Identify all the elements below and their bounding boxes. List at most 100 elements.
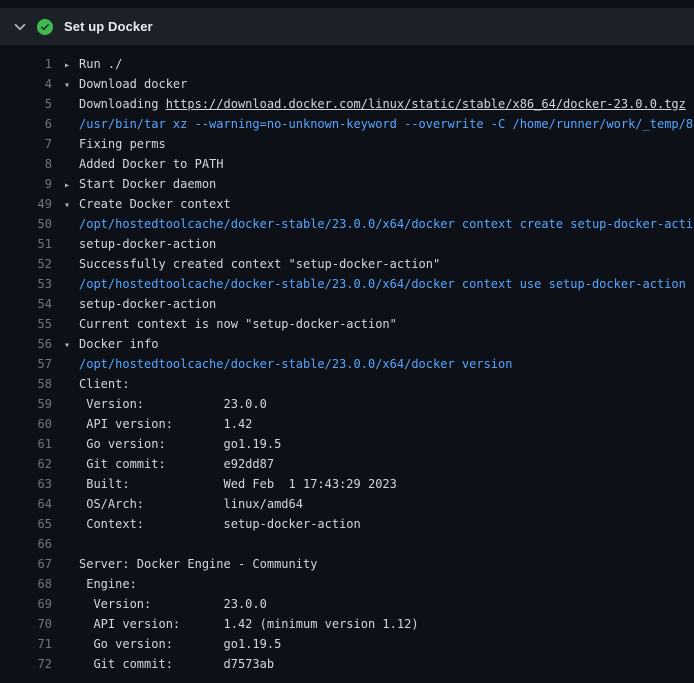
line-content: Version: 23.0.0 bbox=[52, 394, 267, 414]
arrow-spacer bbox=[64, 536, 79, 554]
line-number[interactable]: 64 bbox=[0, 494, 52, 514]
log-lines: 1▸Run ./4▾Download docker5 Downloading h… bbox=[0, 54, 694, 674]
arrow-spacer bbox=[64, 416, 79, 434]
arrow-spacer bbox=[64, 556, 79, 574]
log-line[interactable]: 4▾Download docker bbox=[0, 74, 694, 94]
log-line: 51 setup-docker-action bbox=[0, 234, 694, 254]
line-content: Git commit: d7573ab bbox=[52, 654, 274, 674]
line-number[interactable]: 65 bbox=[0, 514, 52, 534]
arrow-spacer bbox=[64, 136, 79, 154]
log-line: 52 Successfully created context "setup-d… bbox=[0, 254, 694, 274]
expand-arrow-icon[interactable]: ▸ bbox=[64, 176, 79, 194]
line-content: ▸Run ./ bbox=[52, 54, 122, 74]
line-number[interactable]: 70 bbox=[0, 614, 52, 634]
log-line: 67 Server: Docker Engine - Community bbox=[0, 554, 694, 574]
line-content: /opt/hostedtoolcache/docker-stable/23.0.… bbox=[52, 274, 686, 294]
log-line: 66 bbox=[0, 534, 694, 554]
line-number[interactable]: 57 bbox=[0, 354, 52, 374]
line-number[interactable]: 1 bbox=[0, 54, 52, 74]
line-number[interactable]: 55 bbox=[0, 314, 52, 334]
line-number[interactable]: 54 bbox=[0, 294, 52, 314]
arrow-spacer bbox=[64, 116, 79, 134]
collapse-arrow-icon[interactable]: ▾ bbox=[64, 196, 79, 214]
log-line: 55 Current context is now "setup-docker-… bbox=[0, 314, 694, 334]
log-text: Added Docker to PATH bbox=[79, 157, 224, 171]
log-text: Create Docker context bbox=[79, 197, 231, 211]
line-content: Client: bbox=[52, 374, 130, 394]
log-line[interactable]: 9▸Start Docker daemon bbox=[0, 174, 694, 194]
arrow-spacer bbox=[64, 576, 79, 594]
line-content: Added Docker to PATH bbox=[52, 154, 224, 174]
log-line: 60 API version: 1.42 bbox=[0, 414, 694, 434]
log-viewer: 1▸Run ./4▾Download docker5 Downloading h… bbox=[0, 45, 694, 674]
log-text: API version: 1.42 (minimum version 1.12) bbox=[79, 617, 419, 631]
line-number[interactable]: 67 bbox=[0, 554, 52, 574]
line-content: Go version: go1.19.5 bbox=[52, 434, 281, 454]
log-line: 61 Go version: go1.19.5 bbox=[0, 434, 694, 454]
line-number[interactable]: 72 bbox=[0, 654, 52, 674]
expand-arrow-icon[interactable]: ▸ bbox=[64, 56, 79, 74]
chevron-down-icon[interactable] bbox=[14, 21, 26, 33]
collapse-arrow-icon[interactable]: ▾ bbox=[64, 76, 79, 94]
line-number[interactable]: 58 bbox=[0, 374, 52, 394]
line-number[interactable]: 62 bbox=[0, 454, 52, 474]
line-number[interactable]: 71 bbox=[0, 634, 52, 654]
arrow-spacer bbox=[64, 276, 79, 294]
arrow-spacer bbox=[64, 156, 79, 174]
log-line: 5 Downloading https://download.docker.co… bbox=[0, 94, 694, 114]
line-number[interactable]: 5 bbox=[0, 94, 52, 114]
arrow-spacer bbox=[64, 496, 79, 514]
log-text: Server: Docker Engine - Community bbox=[79, 557, 317, 571]
line-number[interactable]: 9 bbox=[0, 174, 52, 194]
line-content: /opt/hostedtoolcache/docker-stable/23.0.… bbox=[52, 214, 694, 234]
line-number[interactable]: 8 bbox=[0, 154, 52, 174]
line-number[interactable]: 60 bbox=[0, 414, 52, 434]
arrow-spacer bbox=[64, 236, 79, 254]
log-line: 69 Version: 23.0.0 bbox=[0, 594, 694, 614]
log-line[interactable]: 1▸Run ./ bbox=[0, 54, 694, 74]
log-line: 63 Built: Wed Feb 1 17:43:29 2023 bbox=[0, 474, 694, 494]
collapse-arrow-icon[interactable]: ▾ bbox=[64, 336, 79, 354]
line-number[interactable]: 56 bbox=[0, 334, 52, 354]
line-number[interactable]: 7 bbox=[0, 134, 52, 154]
line-number[interactable]: 50 bbox=[0, 214, 52, 234]
arrow-spacer bbox=[64, 456, 79, 474]
log-link[interactable]: https://download.docker.com/linux/static… bbox=[166, 97, 686, 111]
line-content: Successfully created context "setup-dock… bbox=[52, 254, 440, 274]
log-text: Version: 23.0.0 bbox=[79, 397, 267, 411]
line-content: API version: 1.42 bbox=[52, 414, 252, 434]
log-text: Built: Wed Feb 1 17:43:29 2023 bbox=[79, 477, 397, 491]
arrow-spacer bbox=[64, 516, 79, 534]
line-number[interactable]: 4 bbox=[0, 74, 52, 94]
line-number[interactable]: 49 bbox=[0, 194, 52, 214]
line-content: Go version: go1.19.5 bbox=[52, 634, 281, 654]
line-content: ▸Start Docker daemon bbox=[52, 174, 216, 194]
line-number[interactable]: 61 bbox=[0, 434, 52, 454]
line-number[interactable]: 59 bbox=[0, 394, 52, 414]
line-number[interactable]: 68 bbox=[0, 574, 52, 594]
log-text: API version: 1.42 bbox=[79, 417, 252, 431]
line-content bbox=[52, 534, 79, 554]
log-line: 62 Git commit: e92dd87 bbox=[0, 454, 694, 474]
line-number[interactable]: 53 bbox=[0, 274, 52, 294]
log-text: setup-docker-action bbox=[79, 297, 216, 311]
line-number[interactable]: 51 bbox=[0, 234, 52, 254]
line-content: OS/Arch: linux/amd64 bbox=[52, 494, 303, 514]
line-number[interactable]: 69 bbox=[0, 594, 52, 614]
log-text: Current context is now "setup-docker-act… bbox=[79, 317, 397, 331]
line-content: /opt/hostedtoolcache/docker-stable/23.0.… bbox=[52, 354, 512, 374]
step-header[interactable]: Set up Docker bbox=[0, 8, 694, 45]
log-text: Git commit: d7573ab bbox=[79, 657, 274, 671]
log-line: 65 Context: setup-docker-action bbox=[0, 514, 694, 534]
line-content: Built: Wed Feb 1 17:43:29 2023 bbox=[52, 474, 397, 494]
arrow-spacer bbox=[64, 316, 79, 334]
log-line[interactable]: 56▾Docker info bbox=[0, 334, 694, 354]
line-number[interactable]: 6 bbox=[0, 114, 52, 134]
line-number[interactable]: 52 bbox=[0, 254, 52, 274]
log-line[interactable]: 49 ▾Create Docker context bbox=[0, 194, 694, 214]
log-text: Engine: bbox=[79, 577, 137, 591]
line-content: Downloading https://download.docker.com/… bbox=[52, 94, 686, 114]
line-number[interactable]: 66 bbox=[0, 534, 52, 554]
line-number[interactable]: 63 bbox=[0, 474, 52, 494]
arrow-spacer bbox=[64, 296, 79, 314]
